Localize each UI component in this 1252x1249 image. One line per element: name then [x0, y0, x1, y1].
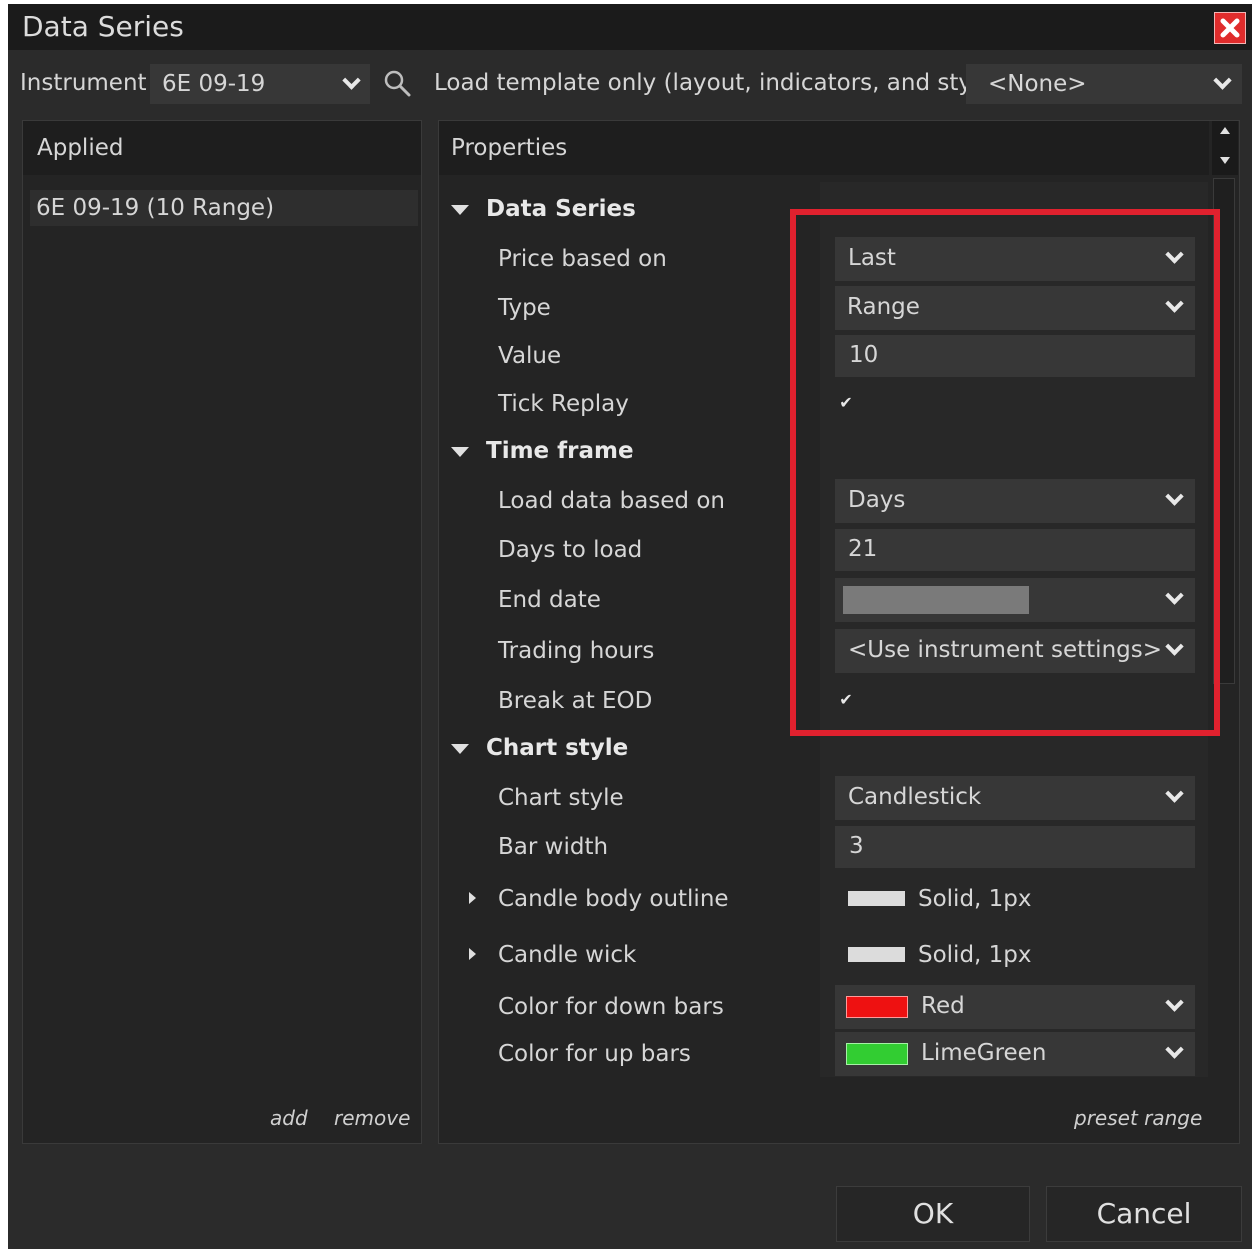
preset-range-link[interactable]: preset range [1074, 1106, 1202, 1130]
remove-link[interactable]: remove [334, 1106, 410, 1130]
applied-item-label: 6E 09-19 (10 Range) [36, 195, 275, 221]
title-bar [8, 4, 1252, 50]
chart-style-dropdown[interactable]: Candlestick [835, 776, 1195, 820]
chart-style-value: Candlestick [848, 784, 982, 810]
scroll-up-icon[interactable] [1220, 127, 1230, 134]
search-icon [384, 70, 411, 97]
add-link[interactable]: add [270, 1106, 308, 1130]
candle-wick-value[interactable]: Solid, 1px [918, 942, 1032, 968]
bar-width-label: Bar width [498, 834, 609, 860]
template-dropdown[interactable]: <None> [966, 64, 1242, 104]
value-label: Value [498, 343, 562, 369]
price-based-on-label: Price based on [498, 246, 667, 272]
scroll-down-icon[interactable] [1220, 157, 1230, 164]
template-label: Load template only (layout, indicators, … [434, 70, 1002, 96]
expand-triangle-icon[interactable] [469, 892, 476, 904]
bar-width-value: 3 [849, 833, 864, 859]
candle-wick-swatch[interactable] [848, 947, 905, 962]
scroll-arrows[interactable] [1212, 121, 1238, 175]
chevron-down-icon [1165, 1040, 1184, 1059]
collapse-triangle-icon[interactable] [451, 744, 469, 754]
close-icon [1220, 18, 1240, 38]
cancel-button[interactable]: Cancel [1046, 1186, 1242, 1242]
up-bars-swatch [846, 1043, 908, 1065]
type-label: Type [498, 295, 551, 321]
chevron-down-icon [342, 71, 361, 90]
expand-triangle-icon[interactable] [469, 948, 476, 960]
end-date-label: End date [498, 587, 601, 613]
section-time-frame: Time frame [486, 438, 634, 464]
down-bars-dropdown[interactable]: Red [835, 985, 1195, 1029]
trading-hours-label: Trading hours [498, 638, 655, 664]
chevron-down-icon [1165, 784, 1184, 803]
up-bars-value: LimeGreen [921, 1040, 1047, 1066]
tick-replay-label: Tick Replay [498, 391, 629, 417]
window-title: Data Series [22, 10, 184, 43]
chart-style-label: Chart style [498, 785, 624, 811]
chevron-down-icon [1165, 993, 1184, 1012]
candle-outline-swatch[interactable] [848, 891, 905, 906]
properties-header-label: Properties [451, 135, 568, 161]
up-bars-label: Color for up bars [498, 1041, 691, 1067]
applied-panel [22, 120, 422, 1144]
search-button[interactable] [382, 68, 412, 98]
candle-outline-value[interactable]: Solid, 1px [918, 886, 1032, 912]
collapse-triangle-icon[interactable] [451, 447, 469, 457]
applied-list-item[interactable]: 6E 09-19 (10 Range) [30, 190, 418, 226]
days-to-load-label: Days to load [498, 537, 643, 563]
close-button[interactable] [1214, 12, 1246, 44]
bar-width-input[interactable]: 3 [835, 826, 1195, 868]
template-value: <None> [988, 71, 1087, 97]
section-chart-style: Chart style [486, 735, 629, 761]
applied-header: Applied [23, 121, 421, 175]
load-data-label: Load data based on [498, 488, 725, 514]
instrument-value: 6E 09-19 [162, 71, 266, 97]
break-eod-label: Break at EOD [498, 688, 653, 714]
ok-button[interactable]: OK [836, 1186, 1030, 1242]
instrument-label: Instrument [20, 70, 147, 96]
collapse-triangle-icon[interactable] [451, 205, 469, 215]
up-bars-dropdown[interactable]: LimeGreen [835, 1032, 1195, 1076]
chevron-down-icon [1213, 71, 1232, 90]
section-data-series: Data Series [486, 196, 636, 222]
applied-header-label: Applied [37, 135, 124, 161]
properties-header: Properties [439, 121, 1209, 175]
highlight-box [790, 209, 1220, 736]
down-bars-value: Red [921, 993, 965, 1019]
candle-wick-label: Candle wick [498, 942, 637, 968]
instrument-dropdown[interactable]: 6E 09-19 [150, 64, 370, 104]
down-bars-label: Color for down bars [498, 994, 724, 1020]
candle-outline-label: Candle body outline [498, 886, 729, 912]
down-bars-swatch [846, 996, 908, 1018]
